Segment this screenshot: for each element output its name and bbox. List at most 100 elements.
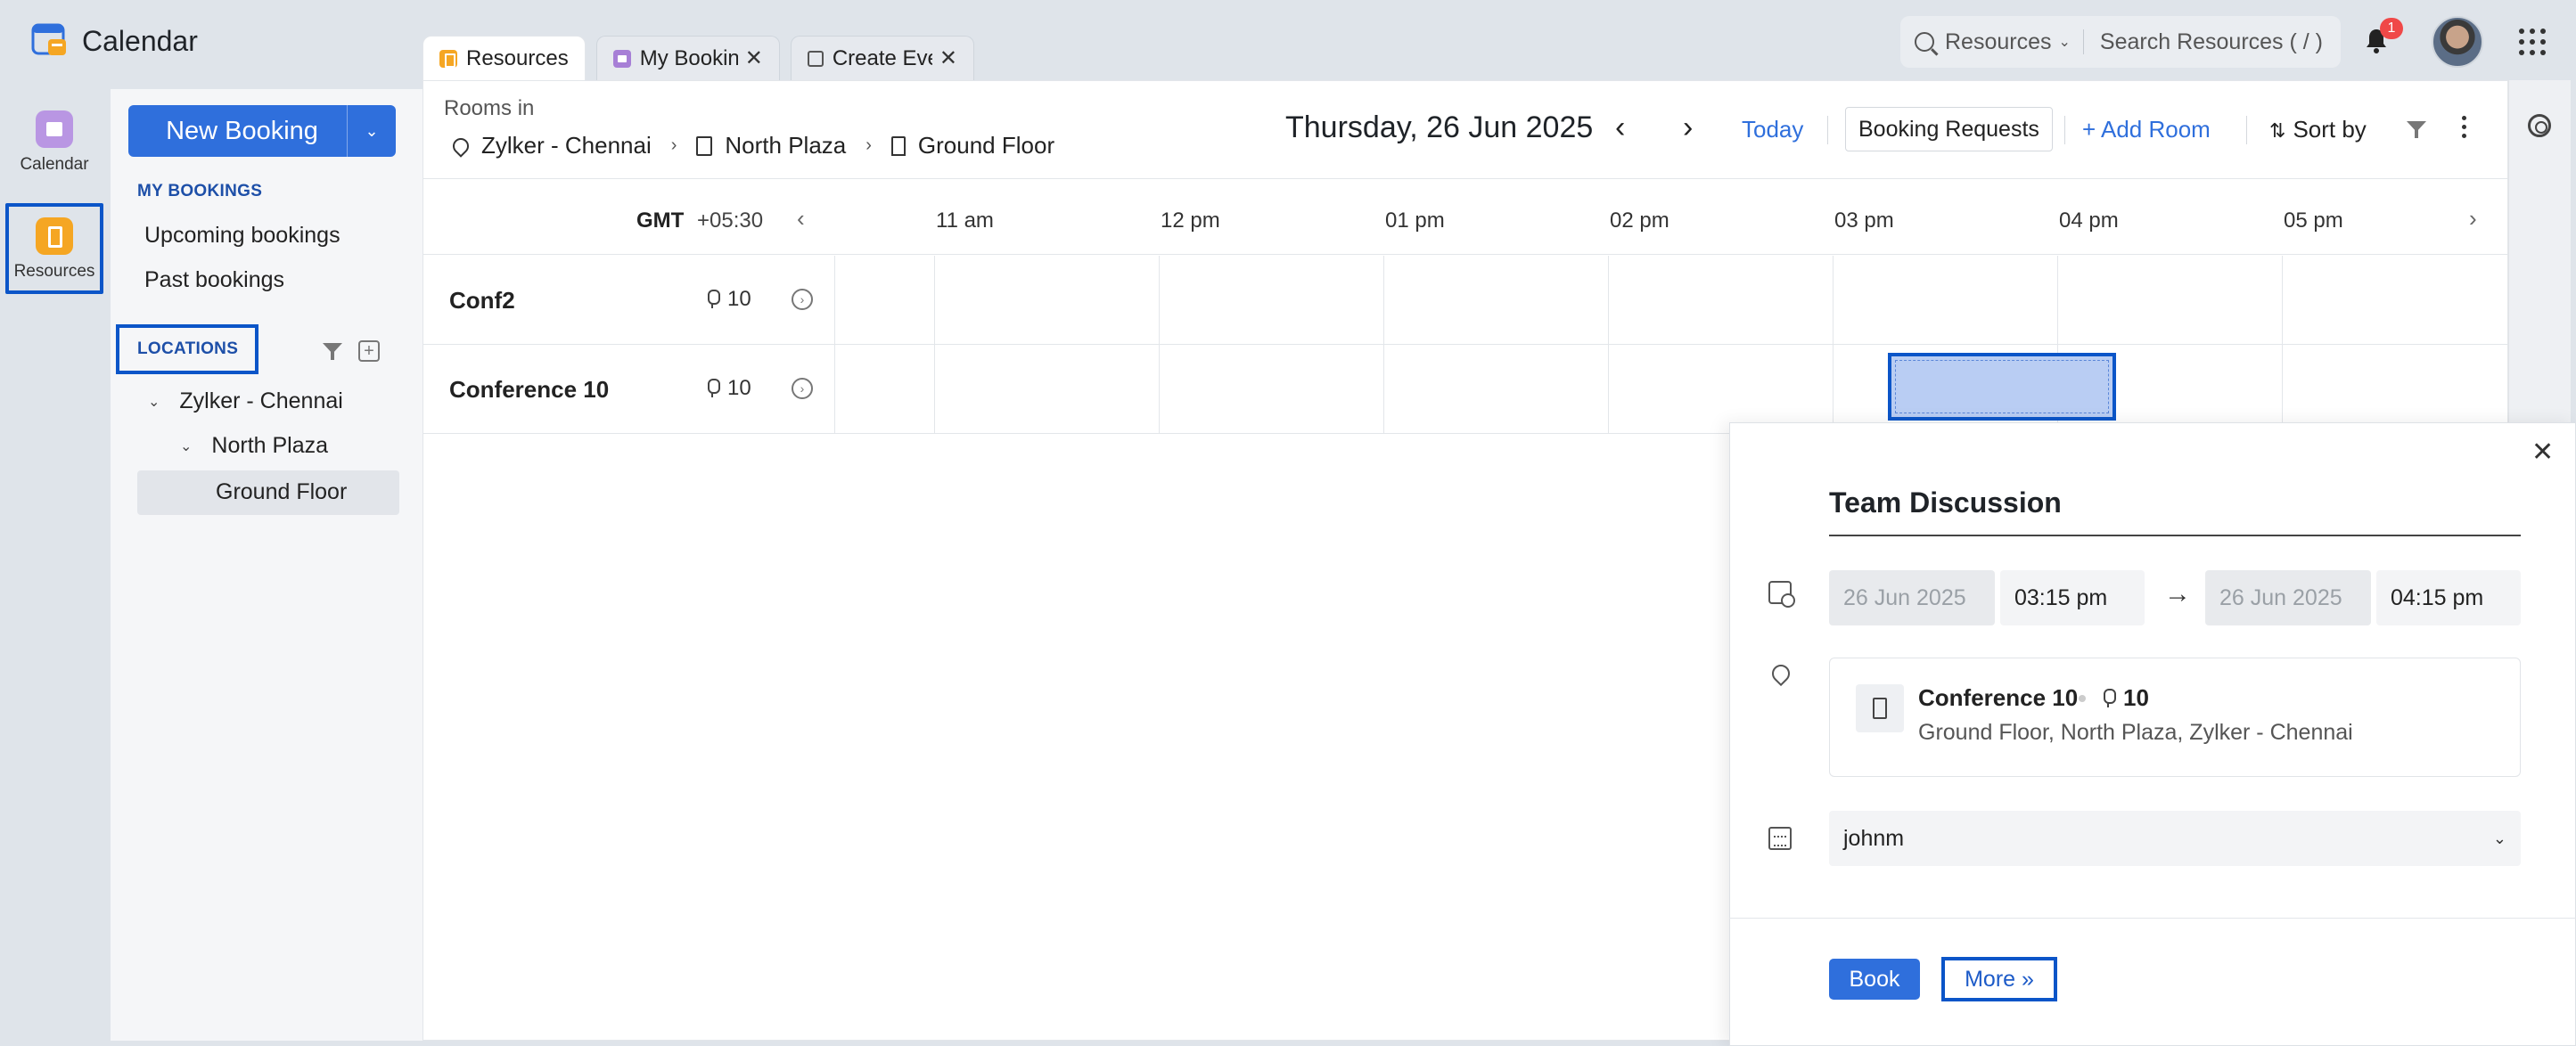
filter-icon[interactable]: [323, 341, 342, 361]
hour-label: 02 pm: [1610, 208, 1669, 233]
filter-icon[interactable]: [2407, 119, 2426, 139]
app-title: Calendar: [82, 25, 198, 57]
locations-heading-box: LOCATIONS: [116, 324, 258, 374]
hour-label: 12 pm: [1161, 208, 1220, 233]
calendar-icon: [36, 110, 73, 148]
event-title-input[interactable]: Team Discussion: [1829, 486, 2062, 519]
search-icon: [1915, 32, 1934, 52]
resources-icon: [439, 49, 457, 68]
room-info-button[interactable]: ›: [792, 289, 813, 310]
close-icon[interactable]: ✕: [2531, 437, 2554, 468]
timeline-next-button[interactable]: ›: [2469, 205, 2477, 233]
divider: [2064, 116, 2065, 144]
room-info-button[interactable]: ›: [792, 378, 813, 399]
hour-label: 04 pm: [2059, 208, 2119, 233]
tree-item-label: Ground Floor: [216, 479, 348, 504]
capacity-icon: [706, 290, 720, 309]
sort-by-label: Sort by: [2293, 116, 2367, 143]
tree-item-ground-floor[interactable]: Ground Floor: [216, 479, 347, 505]
chevron-down-icon[interactable]: ⌄: [148, 393, 160, 411]
chevron-down-icon[interactable]: ⌄: [180, 437, 192, 455]
grid-line: [1833, 256, 1834, 434]
today-button[interactable]: Today: [1742, 116, 1803, 143]
divider: [1729, 918, 2576, 919]
end-date-field[interactable]: 26 Jun 2025: [2205, 570, 2371, 625]
calendar-icon: [1768, 827, 1792, 850]
tab-my-bookings[interactable]: My Bookin ✕: [595, 36, 780, 80]
breadcrumb: Zylker - Chennai › North Plaza › Ground …: [449, 132, 1054, 159]
start-time-field[interactable]: 03:15 pm: [2000, 570, 2145, 625]
upcoming-bookings-link[interactable]: Upcoming bookings: [144, 223, 340, 249]
sort-icon: ⇅: [2269, 119, 2286, 142]
tab-resources[interactable]: Resources: [422, 36, 586, 80]
selected-room-card[interactable]: [1829, 658, 2521, 777]
breadcrumb-item[interactable]: Zylker - Chennai: [481, 132, 652, 159]
rail-item-resources[interactable]: Resources: [5, 203, 103, 294]
hour-label: 01 pm: [1385, 208, 1445, 233]
add-location-icon[interactable]: +: [358, 340, 380, 362]
next-day-button[interactable]: ›: [1683, 110, 1693, 145]
create-event-icon: [807, 50, 824, 67]
past-bookings-link[interactable]: Past bookings: [144, 267, 284, 293]
current-date-title: Thursday, 26 Jun 2025: [1285, 110, 1594, 144]
locations-heading: LOCATIONS: [137, 339, 239, 358]
rail-item-calendar[interactable]: Calendar: [5, 110, 103, 175]
room-capacity: 10: [706, 287, 751, 312]
room-name[interactable]: Conference 10: [449, 376, 609, 404]
selected-room-name: Conference 10: [1918, 684, 2079, 711]
separator-dot: [2079, 695, 2086, 702]
search-scope-select[interactable]: Resources: [1945, 29, 2052, 55]
location-pin-icon: [449, 134, 472, 158]
capacity-value: 10: [727, 376, 751, 400]
date-time-icon: [1768, 581, 1795, 608]
avatar[interactable]: [2432, 16, 2483, 68]
timezone-offset: +05:30: [697, 208, 764, 233]
rail-item-label: Resources: [13, 262, 95, 281]
sort-by-button[interactable]: ⇅ Sort by: [2269, 116, 2367, 143]
locations-tools: +: [323, 340, 380, 362]
chevron-right-icon: ›: [866, 135, 872, 155]
apps-grid-icon[interactable]: [2519, 29, 2546, 55]
tab-label: Resources: [466, 45, 569, 70]
tree-item-north-plaza[interactable]: ⌄ North Plaza: [180, 433, 328, 459]
start-date-field[interactable]: 26 Jun 2025: [1829, 570, 1995, 625]
room-name[interactable]: Conf2: [449, 287, 515, 315]
building-icon: [696, 135, 713, 156]
gear-icon[interactable]: [2528, 114, 2551, 137]
resources-icon: [36, 217, 73, 255]
calendar-owner-select[interactable]: johnm ⌄: [1829, 811, 2521, 866]
more-options-button[interactable]: More »: [1941, 957, 2057, 1001]
floor-icon: [890, 135, 906, 156]
owner-value: johnm: [1843, 825, 1905, 851]
chevron-down-icon[interactable]: ⌄: [348, 122, 396, 141]
add-room-button[interactable]: + Add Room: [2082, 116, 2211, 143]
search-input[interactable]: Search Resources ( / ): [2100, 29, 2323, 55]
capacity-icon: [2102, 688, 2116, 708]
notification-badge: 1: [2380, 18, 2403, 39]
title-underline: [1829, 535, 2521, 536]
rail-item-label: Calendar: [20, 155, 89, 174]
close-icon[interactable]: ✕: [745, 45, 763, 71]
end-time-field[interactable]: 04:15 pm: [2376, 570, 2521, 625]
previous-day-button[interactable]: ‹: [1615, 110, 1625, 145]
selected-time-slot[interactable]: [1888, 353, 2116, 421]
selected-room-address: Ground Floor, North Plaza, Zylker - Chen…: [1918, 720, 2353, 745]
timeline-prev-button[interactable]: ‹: [797, 205, 805, 233]
new-booking-label: New Booking: [166, 116, 318, 145]
rooms-in-label: Rooms in: [444, 96, 535, 120]
book-button[interactable]: Book: [1829, 959, 1920, 1000]
new-booking-button[interactable]: New Booking ⌄: [128, 105, 396, 157]
search-bar[interactable]: Resources ⌄ Search Resources ( / ): [1900, 16, 2341, 68]
tree-item-zylker-chennai[interactable]: ⌄ Zylker - Chennai: [148, 388, 343, 414]
hour-label: 11 am: [936, 208, 994, 233]
chevron-down-icon[interactable]: ⌄: [2059, 33, 2071, 51]
close-icon[interactable]: ✕: [939, 45, 957, 71]
calendar-icon: [612, 49, 631, 68]
breadcrumb-item[interactable]: Ground Floor: [918, 132, 1054, 159]
tree-item-label: North Plaza: [211, 433, 329, 458]
tab-create-event[interactable]: Create Eve ✕: [790, 36, 974, 80]
booking-requests-button[interactable]: Booking Requests: [1845, 107, 2053, 151]
more-options-icon[interactable]: [2462, 116, 2467, 138]
breadcrumb-item[interactable]: North Plaza: [725, 132, 846, 159]
capacity-value: 10: [2123, 684, 2149, 711]
